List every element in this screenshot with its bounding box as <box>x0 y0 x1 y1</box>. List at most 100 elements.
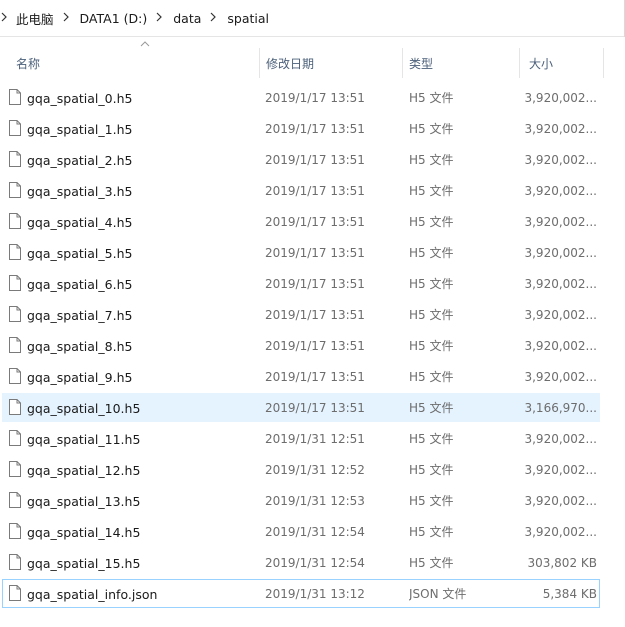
file-name: gqa_spatial_6.h5 <box>27 277 133 292</box>
document-icon <box>9 213 21 229</box>
document-icon <box>9 585 21 601</box>
file-modified-date: 2019/1/31 12:53 <box>265 494 365 508</box>
file-size: 3,920,002... <box>524 184 597 198</box>
file-type: H5 文件 <box>409 91 454 105</box>
sort-ascending-icon <box>140 41 150 47</box>
file-modified-date: 2019/1/17 13:51 <box>265 184 365 198</box>
chevron-right-icon[interactable] <box>209 12 217 25</box>
column-header-size[interactable]: 大小 <box>523 48 604 78</box>
file-name: gqa_spatial_3.h5 <box>27 184 133 199</box>
file-type: H5 文件 <box>409 463 454 477</box>
file-modified-date: 2019/1/17 13:51 <box>265 91 365 105</box>
file-size: 5,384 KB <box>542 587 597 601</box>
file-size: 303,802 KB <box>527 556 597 570</box>
file-row[interactable]: gqa_spatial_15.h5 2019/1/31 12:54 H5 文件 303… <box>2 548 600 577</box>
file-row[interactable]: gqa_spatial_4.h5 2019/1/17 13:51 H5 文件 3,92… <box>2 207 600 236</box>
breadcrumb-drive[interactable]: DATA1 (D:) <box>80 11 148 26</box>
file-type: H5 文件 <box>409 184 454 198</box>
document-icon <box>9 461 21 477</box>
file-row[interactable]: gqa_spatial_13.h5 2019/1/31 12:53 H5 文件 3,9… <box>2 486 600 515</box>
file-name: gqa_spatial_5.h5 <box>27 246 133 261</box>
document-icon <box>9 182 21 198</box>
column-header-type[interactable]: 类型 <box>403 48 520 78</box>
file-name: gqa_spatial_12.h5 <box>27 463 141 478</box>
file-modified-date: 2019/1/17 13:51 <box>265 153 365 167</box>
file-name: gqa_spatial_10.h5 <box>27 401 141 416</box>
file-size: 3,920,002... <box>524 339 597 353</box>
file-size: 3,920,002... <box>524 494 597 508</box>
file-size: 3,920,002... <box>524 122 597 136</box>
column-header-date-label: 修改日期 <box>266 57 315 71</box>
file-modified-date: 2019/1/31 12:54 <box>265 525 365 539</box>
chevron-right-icon[interactable] <box>0 12 8 25</box>
column-header-name-label: 名称 <box>16 57 41 71</box>
file-row[interactable]: gqa_spatial_11.h5 2019/1/31 12:51 H5 文件 3,9… <box>2 424 600 453</box>
document-icon <box>9 523 21 539</box>
document-icon <box>9 120 21 136</box>
file-name: gqa_spatial_7.h5 <box>27 308 133 323</box>
column-header-date[interactable]: 修改日期 <box>260 48 403 78</box>
file-modified-date: 2019/1/17 13:51 <box>265 215 365 229</box>
file-modified-date: 2019/1/17 13:51 <box>265 339 365 353</box>
file-size: 3,920,002... <box>524 525 597 539</box>
file-row[interactable]: gqa_spatial_0.h5 2019/1/17 13:51 H5 文件 3,92… <box>2 83 600 112</box>
document-icon <box>9 89 21 105</box>
file-type: H5 文件 <box>409 153 454 167</box>
file-row[interactable]: gqa_spatial_6.h5 2019/1/17 13:51 H5 文件 3,92… <box>2 269 600 298</box>
file-modified-date: 2019/1/17 13:51 <box>265 308 365 322</box>
column-header-row: 名称 修改日期 类型 大小 <box>0 41 625 78</box>
file-type: H5 文件 <box>409 277 454 291</box>
file-modified-date: 2019/1/17 13:51 <box>265 246 365 260</box>
file-row[interactable]: gqa_spatial_14.h5 2019/1/31 12:54 H5 文件 3,9… <box>2 517 600 546</box>
file-row[interactable]: gqa_spatial_8.h5 2019/1/17 13:51 H5 文件 3,92… <box>2 331 600 360</box>
file-name: gqa_spatial_0.h5 <box>27 91 133 106</box>
document-icon <box>9 430 21 446</box>
file-row[interactable]: gqa_spatial_7.h5 2019/1/17 13:51 H5 文件 3,92… <box>2 300 600 329</box>
file-row[interactable]: gqa_spatial_12.h5 2019/1/31 12:52 H5 文件 3,9… <box>2 455 600 484</box>
file-type: H5 文件 <box>409 308 454 322</box>
file-size: 3,920,002... <box>524 246 597 260</box>
breadcrumb-this-pc[interactable]: 此电脑 <box>16 9 54 28</box>
breadcrumb-spatial[interactable]: spatial <box>227 11 269 26</box>
file-modified-date: 2019/1/31 13:12 <box>265 587 365 601</box>
file-row[interactable]: gqa_spatial_1.h5 2019/1/17 13:51 H5 文件 3,92… <box>2 114 600 143</box>
file-row[interactable]: gqa_spatial_2.h5 2019/1/17 13:51 H5 文件 3,92… <box>2 145 600 174</box>
file-name: gqa_spatial_9.h5 <box>27 370 133 385</box>
file-row[interactable]: gqa_spatial_5.h5 2019/1/17 13:51 H5 文件 3,92… <box>2 238 600 267</box>
file-type: JSON 文件 <box>409 587 467 601</box>
file-row[interactable]: gqa_spatial_info.json 2019/1/31 13:12 JSON… <box>2 579 600 608</box>
file-type: H5 文件 <box>409 246 454 260</box>
document-icon <box>9 275 21 291</box>
file-name: gqa_spatial_11.h5 <box>27 432 141 447</box>
file-size: 3,166,970... <box>524 401 597 415</box>
file-row[interactable]: gqa_spatial_9.h5 2019/1/17 13:51 H5 文件 3,92… <box>2 362 600 391</box>
file-type: H5 文件 <box>409 401 454 415</box>
file-name: gqa_spatial_15.h5 <box>27 556 141 571</box>
file-type: H5 文件 <box>409 494 454 508</box>
file-type: H5 文件 <box>409 122 454 136</box>
breadcrumb-data[interactable]: data <box>173 11 201 26</box>
file-name: gqa_spatial_13.h5 <box>27 494 141 509</box>
file-modified-date: 2019/1/17 13:51 <box>265 122 365 136</box>
file-modified-date: 2019/1/17 13:51 <box>265 401 365 415</box>
file-size: 3,920,002... <box>524 215 597 229</box>
file-size: 3,920,002... <box>524 308 597 322</box>
file-size: 3,920,002... <box>524 153 597 167</box>
document-icon <box>9 399 21 415</box>
file-type: H5 文件 <box>409 339 454 353</box>
file-size: 3,920,002... <box>524 463 597 477</box>
address-bar[interactable]: 此电脑 DATA1 (D:) data spatial <box>0 0 625 37</box>
document-icon <box>9 337 21 353</box>
column-header-name[interactable]: 名称 <box>10 41 260 78</box>
file-modified-date: 2019/1/17 13:51 <box>265 277 365 291</box>
file-row[interactable]: gqa_spatial_10.h5 2019/1/17 13:51 H5 文件 3,1… <box>2 393 600 422</box>
file-row[interactable]: gqa_spatial_3.h5 2019/1/17 13:51 H5 文件 3,92… <box>2 176 600 205</box>
document-icon <box>9 368 21 384</box>
document-icon <box>9 554 21 570</box>
file-type: H5 文件 <box>409 215 454 229</box>
chevron-right-icon[interactable] <box>62 12 70 25</box>
file-type: H5 文件 <box>409 556 454 570</box>
document-icon <box>9 151 21 167</box>
column-header-size-label: 大小 <box>529 57 554 71</box>
chevron-right-icon[interactable] <box>155 12 163 25</box>
